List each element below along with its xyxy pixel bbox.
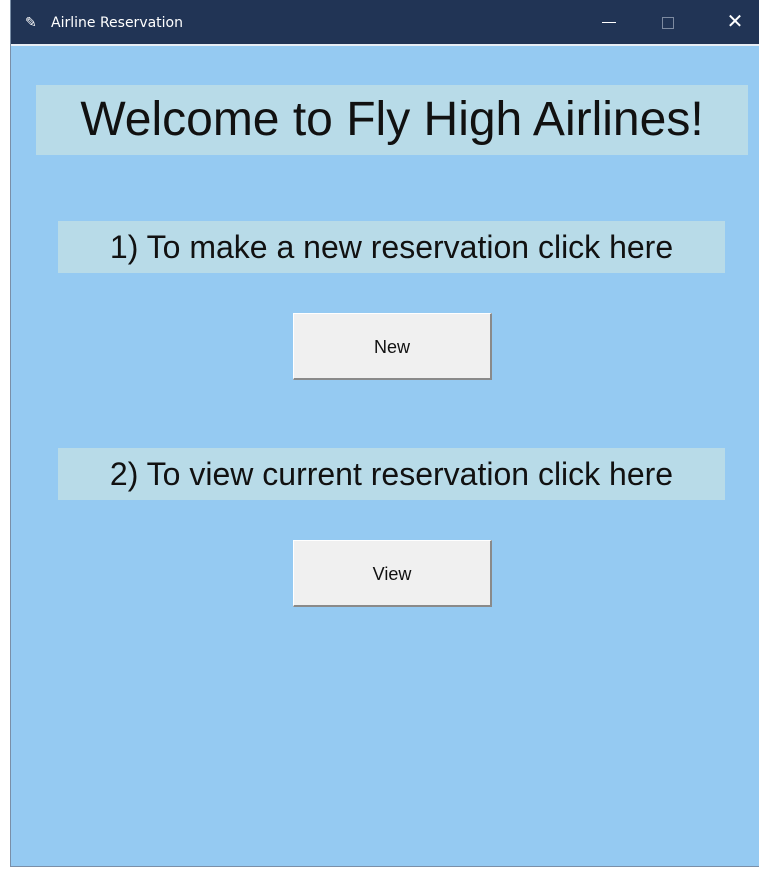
maximize-button[interactable]	[645, 0, 691, 44]
new-reservation-prompt: 1) To make a new reservation click here	[58, 221, 725, 273]
minimize-button[interactable]	[586, 0, 632, 44]
close-icon: ✕	[726, 11, 744, 33]
minimize-icon	[602, 22, 616, 23]
window-title: Airline Reservation	[51, 15, 183, 31]
new-reservation-button[interactable]: New	[293, 313, 492, 380]
view-reservation-prompt: 2) To view current reservation click her…	[58, 448, 725, 500]
view-reservation-button[interactable]: View	[293, 540, 492, 607]
maximize-icon	[662, 17, 674, 29]
feather-icon: ✎	[25, 14, 37, 30]
welcome-heading: Welcome to Fly High Airlines!	[36, 85, 748, 155]
close-button[interactable]: ✕	[712, 0, 758, 44]
title-bar[interactable]: ✎ Airline Reservation ✕	[11, 0, 759, 46]
app-window: ✎ Airline Reservation ✕ Welcome to Fly H…	[10, 0, 759, 867]
background-editor-strip	[0, 0, 10, 873]
